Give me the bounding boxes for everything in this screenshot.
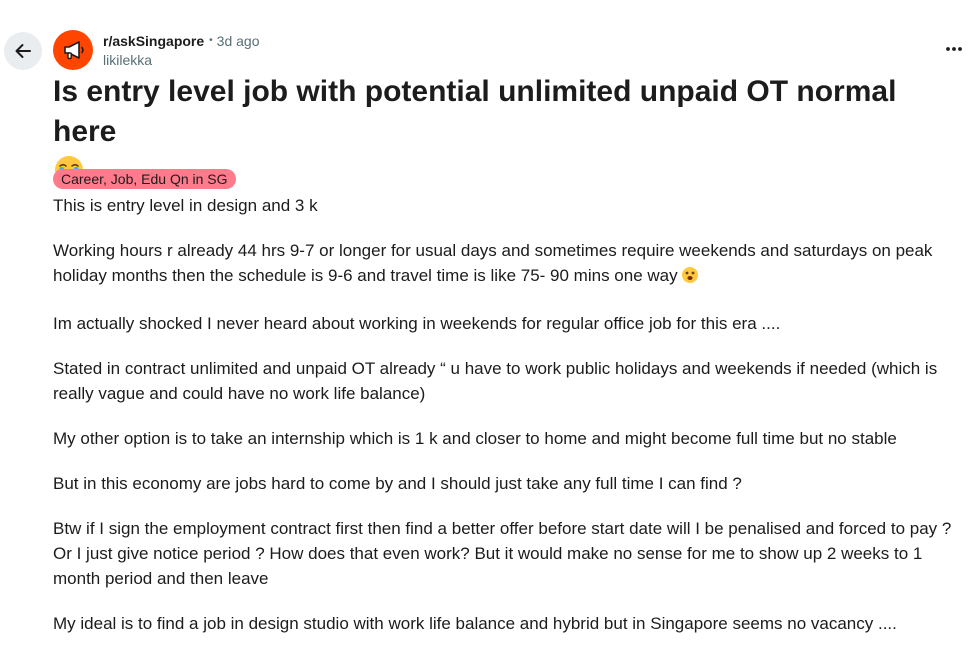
post-title-text: Is entry level job with potential unlimi… <box>53 75 897 148</box>
post-body: This is entry level in design and 3 k Wo… <box>53 193 965 653</box>
back-button[interactable] <box>4 32 42 70</box>
more-options-button[interactable] <box>941 36 967 62</box>
body-paragraph: But in this economy are jobs hard to com… <box>53 474 742 493</box>
subreddit-name[interactable]: r/askSingapore <box>103 31 204 51</box>
author-name[interactable]: likilekka <box>103 51 260 69</box>
post-flair[interactable]: Career, Job, Edu Qn in SG <box>53 169 236 189</box>
megaphone-icon <box>64 41 84 60</box>
post-time: 3d ago <box>216 33 260 49</box>
post-page: r/askSingapore • 3d ago likilekka Is ent… <box>0 0 973 653</box>
arrow-left-icon <box>15 44 31 58</box>
post-meta: r/askSingapore • 3d ago likilekka <box>103 31 260 69</box>
body-paragraph: Stated in contract unlimited and unpaid … <box>53 359 938 403</box>
more-dots-icon <box>946 47 962 51</box>
body-paragraph: This is entry level in design and 3 k <box>53 196 318 215</box>
body-paragraph: My other option is to take an internship… <box>53 429 897 448</box>
meta-separator: • <box>209 35 213 46</box>
face-with-open-mouth-emoji <box>681 266 699 291</box>
subreddit-avatar[interactable] <box>53 30 93 70</box>
body-paragraph: My ideal is to find a job in design stud… <box>53 614 897 633</box>
body-paragraph: Working hours r already 44 hrs 9-7 or lo… <box>53 238 965 291</box>
body-paragraph: Btw if I sign the employment contract fi… <box>53 519 952 588</box>
body-paragraph: Im actually shocked I never heard about … <box>53 314 781 333</box>
